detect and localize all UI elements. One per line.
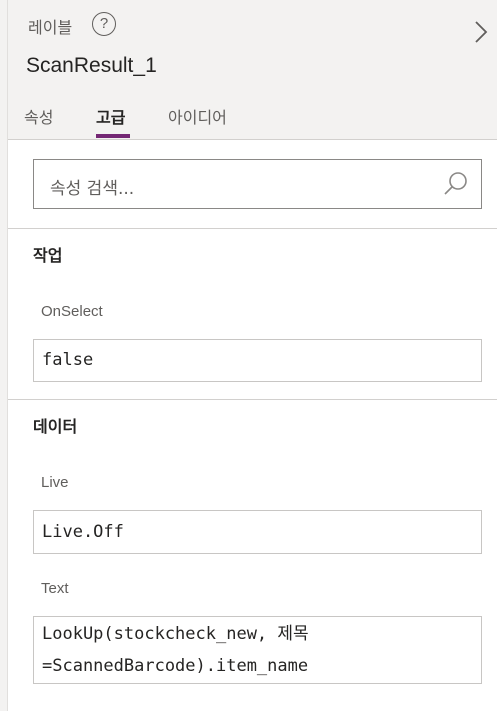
tab-properties[interactable]: 속성	[24, 104, 53, 128]
property-search-input[interactable]: 속성 검색...	[33, 159, 482, 209]
search-placeholder: 속성 검색...	[50, 179, 135, 199]
section-title-data[interactable]: 데이터	[33, 413, 77, 437]
property-label-onselect: OnSelect	[41, 303, 103, 320]
property-label-live: Live	[41, 474, 69, 491]
search-icon[interactable]	[442, 170, 470, 198]
formula-field-onselect[interactable]: false	[33, 339, 482, 382]
section-divider	[8, 228, 497, 229]
properties-panel: 레이블 ? ScanResult_1 속성 고급 아이디어 속성 검색... 작…	[0, 0, 497, 711]
panel-edge	[0, 0, 8, 711]
panel-header: 레이블 ? ScanResult_1	[8, 0, 497, 140]
tab-ideas[interactable]: 아이디어	[168, 104, 227, 128]
section-title-action[interactable]: 작업	[33, 242, 62, 266]
active-tab-indicator	[96, 134, 130, 138]
help-icon[interactable]: ?	[92, 12, 116, 36]
formula-field-text[interactable]: LookUp(stockcheck_new, 제목 =ScannedBarcod…	[33, 616, 482, 684]
formula-field-live[interactable]: Live.Off	[33, 510, 482, 554]
control-type-label: 레이블	[28, 18, 73, 37]
section-divider	[8, 399, 497, 400]
property-label-text: Text	[41, 580, 69, 597]
control-name[interactable]: ScanResult_1	[26, 54, 157, 78]
tab-advanced[interactable]: 고급	[96, 104, 125, 128]
chevron-right-icon[interactable]	[466, 18, 494, 46]
